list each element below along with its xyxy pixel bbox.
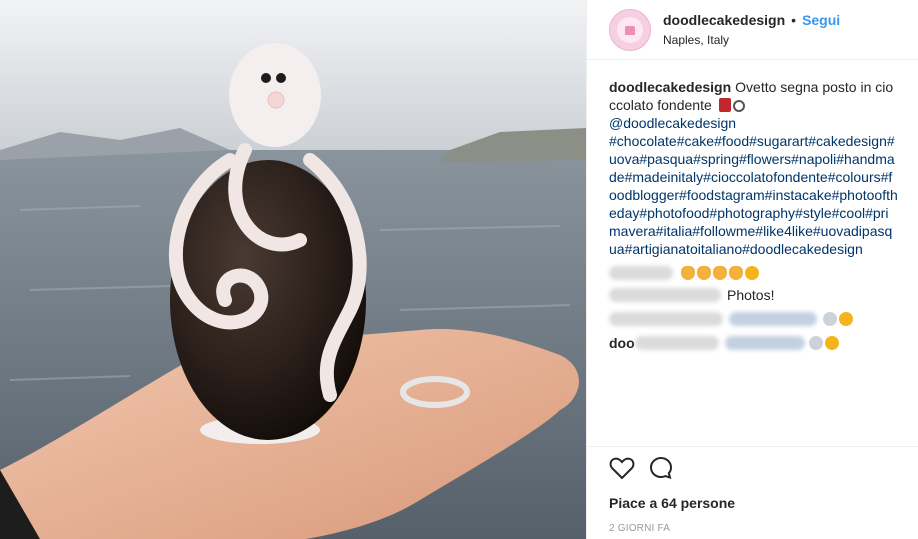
post-header: doodlecakedesign • Segui Naples, Italy (587, 0, 918, 60)
comment-item (609, 312, 899, 326)
comment-item: Photos! (609, 286, 899, 304)
likes-count[interactable]: Piace a 64 persone (609, 495, 918, 511)
post-actions: Piace a 64 persone 2 GIORNI FA (587, 446, 918, 534)
clap-emoji (681, 266, 695, 280)
blurred-mention (729, 312, 817, 326)
blurred-mention (724, 336, 805, 350)
grin-emoji (824, 336, 839, 350)
clap-emoji (697, 266, 711, 280)
caption-hashtags[interactable]: #chocolate#cake#food#sugarart#cakedesign… (609, 133, 898, 257)
chocolate-bar-emoji (718, 98, 731, 112)
blurred-username (609, 288, 721, 302)
comments-list: doodlecakedesign Ovetto segna posto in ci… (609, 78, 899, 352)
smile-emoji (839, 312, 853, 326)
post-timestamp[interactable]: 2 GIORNI FA (609, 523, 918, 534)
ok-hand-emoji (729, 266, 743, 280)
caption-mention[interactable]: @doodlecakedesign (609, 115, 736, 131)
ok-hand-emoji (713, 266, 727, 280)
comment-item (609, 266, 899, 280)
comment-item: doo (609, 334, 899, 352)
comment-username-visible[interactable]: doo (609, 334, 635, 352)
post-location[interactable]: Naples, Italy (663, 33, 840, 47)
pray-emoji (808, 336, 823, 350)
author-username[interactable]: doodlecakedesign (663, 12, 785, 28)
avatar[interactable] (609, 8, 651, 51)
heart-icon[interactable] (609, 456, 635, 485)
blurred-username (609, 312, 723, 326)
follow-button[interactable]: Segui (802, 12, 840, 28)
instagram-post: doodlecakedesign • Segui Naples, Italy d… (0, 0, 918, 539)
comment-icon[interactable] (649, 456, 673, 485)
pray-emoji (823, 312, 837, 326)
post-photo[interactable] (0, 0, 586, 539)
cake-logo-icon (617, 16, 643, 43)
blurred-username (634, 336, 719, 350)
caption: doodlecakedesign Ovetto segna posto in ci… (609, 78, 899, 258)
chocolate-egg-photo (0, 0, 586, 539)
caption-username[interactable]: doodlecakedesign (609, 79, 731, 95)
blurred-username (609, 266, 673, 280)
comment-text: Photos! (727, 287, 775, 303)
kiss-emoji (745, 266, 759, 280)
post-sidebar: doodlecakedesign • Segui Naples, Italy d… (586, 0, 918, 539)
magnifier-emoji (732, 100, 745, 112)
separator-dot: • (791, 12, 797, 28)
